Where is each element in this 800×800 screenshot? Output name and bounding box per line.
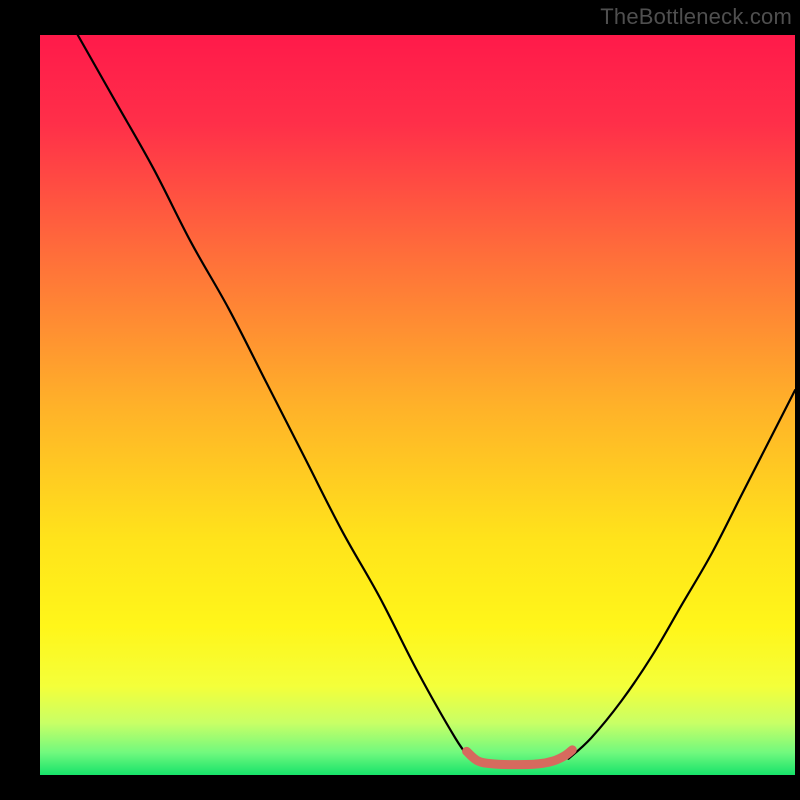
watermark-text: TheBottleneck.com bbox=[600, 4, 792, 30]
right-curve-path bbox=[569, 390, 796, 759]
trough-marker-path bbox=[467, 750, 573, 765]
plot-area bbox=[40, 35, 795, 775]
curve-layer bbox=[40, 35, 795, 775]
left-curve-path bbox=[78, 35, 471, 759]
chart-frame: TheBottleneck.com bbox=[0, 0, 800, 800]
